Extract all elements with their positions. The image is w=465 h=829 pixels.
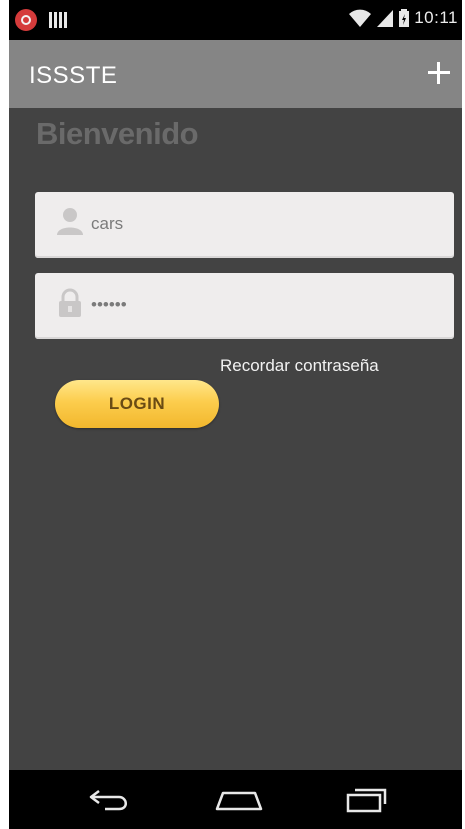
login-button[interactable]: LOGIN	[55, 380, 219, 428]
welcome-heading: Bienvenido	[36, 116, 199, 151]
notification-icon	[15, 9, 37, 31]
signal-icon	[377, 10, 394, 27]
home-icon[interactable]	[213, 784, 265, 816]
phone-screen: 10:11 ISSSTE Bienvenido Recordar contras…	[9, 0, 462, 829]
password-field[interactable]	[35, 273, 454, 339]
status-bar: 10:11	[9, 0, 462, 40]
clock: 10:11	[414, 8, 458, 27]
app-title: ISSSTE	[29, 62, 118, 89]
bars-icon	[49, 12, 67, 28]
password-input[interactable]	[91, 291, 431, 319]
status-right: 10:11	[348, 8, 458, 28]
remember-password-link[interactable]: Recordar contraseña	[220, 356, 379, 376]
action-bar: ISSSTE	[9, 40, 462, 108]
battery-icon	[399, 9, 410, 27]
user-icon	[57, 208, 83, 235]
username-input[interactable]	[91, 210, 431, 238]
status-left	[15, 9, 67, 31]
recent-apps-icon[interactable]	[341, 784, 393, 816]
back-icon[interactable]	[85, 784, 137, 816]
lock-icon	[59, 288, 81, 317]
plus-icon[interactable]	[424, 58, 454, 88]
wifi-icon	[349, 9, 372, 27]
username-field[interactable]	[35, 192, 454, 258]
nav-bar	[9, 770, 462, 829]
